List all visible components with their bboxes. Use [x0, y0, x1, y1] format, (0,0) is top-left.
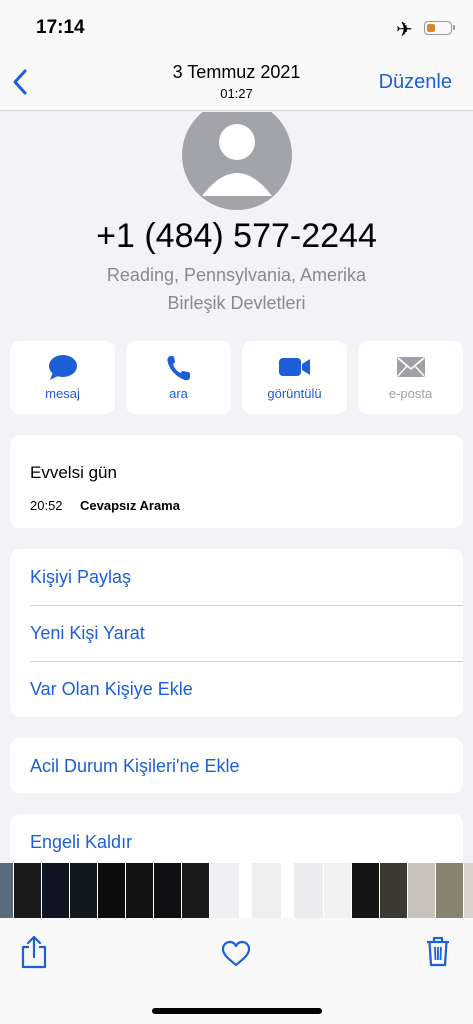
action-buttons: mesaj ara görüntülü e-posta: [10, 341, 463, 414]
favorite-button[interactable]: [221, 940, 251, 973]
airplane-icon: ✈: [396, 19, 413, 41]
location: Reading, Pennsylvania, Amerika Birleşik …: [60, 261, 413, 317]
call-time: 20:52: [30, 498, 63, 513]
email-button[interactable]: e-posta: [358, 341, 463, 414]
photo-thumbnail[interactable]: [464, 863, 473, 918]
message-icon: [48, 355, 77, 380]
location-line-2: Birleşik Devletleri: [167, 293, 306, 313]
photo-thumbnail[interactable]: [294, 863, 324, 918]
emergency-contacts-card: Acil Durum Kişileri'ne Ekle: [10, 738, 463, 793]
video-button[interactable]: görüntülü: [242, 341, 347, 414]
recent-calls-card: Evvelsi gün 20:52 Cevapsız Arama: [10, 435, 463, 528]
person-icon: [202, 124, 272, 196]
contact-detail-scroll[interactable]: +1 (484) 577-2244 Reading, Pennsylvania,…: [0, 112, 473, 863]
bottom-toolbar: [0, 918, 473, 1024]
photo-thumbnail[interactable]: [210, 863, 240, 918]
photo-thumbnail[interactable]: [42, 863, 70, 918]
photo-thumbnail[interactable]: [98, 863, 126, 918]
battery-level: [426, 23, 436, 32]
photo-thumbnail[interactable]: [182, 863, 210, 918]
edit-button[interactable]: Düzenle: [379, 71, 452, 94]
phone-icon: [166, 356, 190, 381]
photo-thumbnail[interactable]: [154, 863, 182, 918]
call-type: Cevapsız Arama: [80, 498, 180, 513]
message-button[interactable]: mesaj: [10, 341, 115, 414]
location-line-1: Reading, Pennsylvania, Amerika: [106, 265, 367, 285]
share-button[interactable]: [20, 935, 48, 974]
photo-thumbnail[interactable]: [126, 863, 154, 918]
unblock-caller-button[interactable]: Engeli Kaldır: [30, 814, 463, 863]
photo-thumbnail[interactable]: [436, 863, 464, 918]
email-label: e-posta: [388, 386, 433, 401]
phone-number[interactable]: +1 (484) 577-2244: [0, 217, 473, 256]
share-icon: [21, 935, 47, 969]
avatar: [182, 112, 292, 210]
photo-thumbnail[interactable]: [0, 863, 14, 918]
battery-icon: [424, 21, 455, 35]
share-contact-button[interactable]: Kişiyi Paylaş: [30, 549, 463, 605]
contact-options-card: Kişiyi Paylaş Yeni Kişi Yarat Var Olan K…: [10, 549, 463, 717]
photo-thumbnail-strip[interactable]: [0, 863, 473, 918]
video-label: görüntülü: [267, 386, 322, 401]
add-to-emergency-contacts-button[interactable]: Acil Durum Kişileri'ne Ekle: [30, 738, 463, 794]
mail-icon: [396, 357, 425, 377]
video-icon: [278, 358, 310, 376]
unblock-card: Engeli Kaldır: [10, 814, 463, 863]
photo-thumbnail[interactable]: [324, 863, 352, 918]
recents-title: Evvelsi gün: [30, 463, 117, 482]
heart-icon: [221, 940, 251, 967]
message-label: mesaj: [45, 386, 80, 401]
create-new-contact-button[interactable]: Yeni Kişi Yarat: [30, 605, 463, 661]
delete-button[interactable]: [425, 935, 451, 972]
photo-thumbnail[interactable]: [240, 863, 252, 918]
home-indicator[interactable]: [152, 1008, 322, 1014]
trash-icon: [427, 936, 449, 967]
call-button[interactable]: ara: [126, 341, 231, 414]
photo-thumbnail[interactable]: [352, 863, 380, 918]
photo-thumbnail[interactable]: [70, 863, 98, 918]
navigation-bar: 3 Temmuz 2021 01:27 Düzenle: [0, 56, 473, 111]
photo-thumbnail[interactable]: [252, 863, 282, 918]
add-to-existing-contact-button[interactable]: Var Olan Kişiye Ekle: [30, 661, 463, 717]
status-time: 17:14: [36, 17, 85, 38]
photo-thumbnail[interactable]: [14, 863, 42, 918]
call-label: ara: [169, 386, 188, 401]
photo-thumbnail[interactable]: [282, 863, 294, 918]
status-bar: 17:14 ✈: [0, 0, 473, 56]
photo-thumbnail[interactable]: [408, 863, 436, 918]
photo-thumbnail[interactable]: [380, 863, 408, 918]
